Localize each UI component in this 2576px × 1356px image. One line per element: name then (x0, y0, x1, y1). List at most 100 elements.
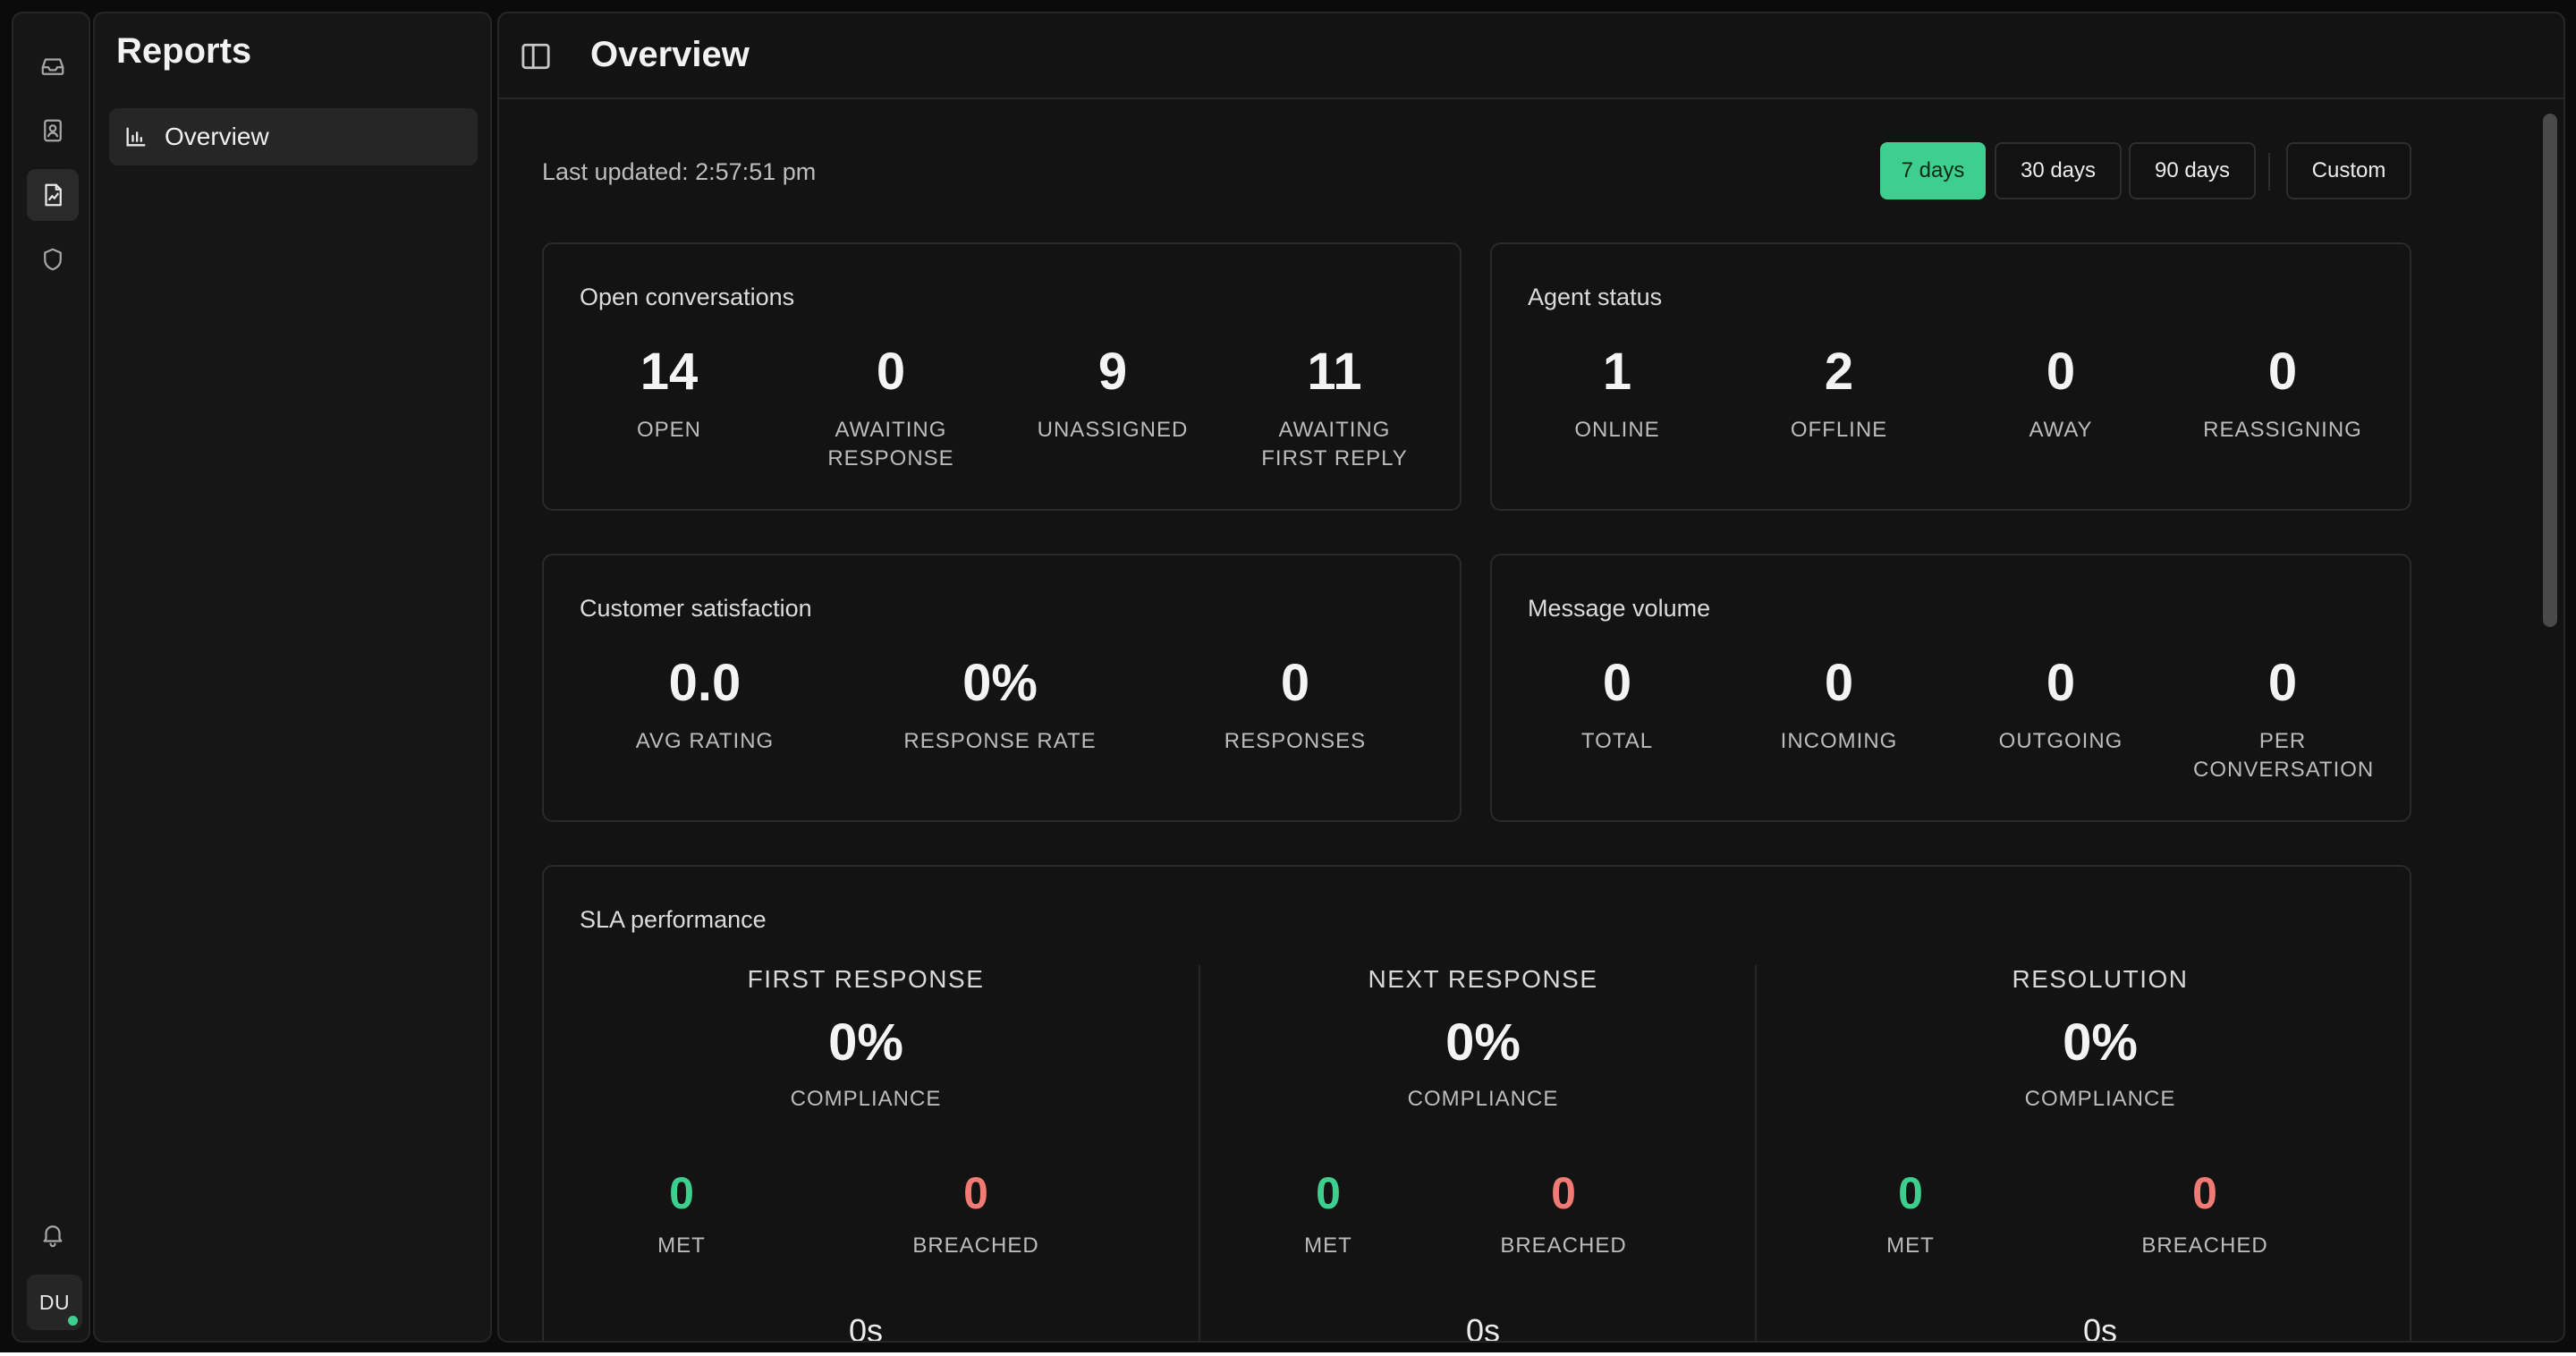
sla-breached-label: BREACHED (2141, 1233, 2268, 1258)
custom-range-button[interactable]: Custom (2286, 142, 2411, 199)
sidebar-item-overview[interactable]: Overview (109, 108, 478, 165)
bell-icon[interactable] (27, 1208, 79, 1260)
stat-awaiting-response: 0 AWAITING RESPONSE (801, 346, 980, 473)
bar-chart-icon (126, 127, 146, 147)
stat-label: AWAITING FIRST REPLY (1261, 418, 1408, 470)
card-title: Customer satisfaction (580, 595, 812, 622)
stat-label: UNASSIGNED (1037, 418, 1189, 442)
stat-open: 14 OPEN (580, 346, 758, 445)
last-updated-text: Last updated: 2:57:51 pm (542, 158, 817, 185)
sidebar-title: Reports (116, 31, 252, 71)
stat-value: 0 (2267, 343, 2298, 401)
sla-breached-value: 0 (1551, 1168, 1576, 1218)
sla-met: 0 MET (1794, 1171, 2027, 1259)
stat-label: PER CONVERSATION (2193, 729, 2375, 782)
main-scrollbar[interactable] (2540, 101, 2560, 1341)
scrollbar-thumb[interactable] (2543, 114, 2557, 627)
sla-divider (1755, 965, 1757, 1341)
sla-breached: 0 BREACHED (1447, 1171, 1680, 1259)
stat-label: OPEN (636, 418, 701, 442)
sla-breached: 0 BREACHED (2089, 1171, 2321, 1259)
stat-value: 2 (1824, 343, 1854, 401)
stat-online: 1 ONLINE (1528, 346, 1707, 445)
sla-breached-value: 0 (2192, 1168, 2217, 1218)
stat-value: 11 (1307, 343, 1362, 401)
sla-time-value: 0s (2082, 1312, 2118, 1343)
stat-label: OUTGOING (1998, 729, 2123, 753)
sla-compliance-value: 0% (2063, 1013, 2138, 1072)
sla-heading: FIRST RESPONSE (747, 965, 985, 993)
stat-value: 0 (876, 343, 906, 401)
stat-awaiting-first-reply: 11 AWAITING FIRST REPLY (1245, 346, 1424, 473)
stat-value: 0 (2046, 343, 2076, 401)
stat-value: 14 (640, 343, 699, 401)
stat-response-rate: 0% RESPONSE RATE (875, 657, 1125, 756)
sla-met-label: MET (1886, 1233, 1935, 1258)
sla-time-value: 0s (1465, 1312, 1501, 1343)
stat-label: AWAITING RESPONSE (827, 418, 954, 470)
sla-met-value: 0 (1316, 1168, 1341, 1218)
card-title: Agent status (1528, 284, 1663, 310)
range-90-days-button[interactable]: 90 days (2129, 142, 2256, 199)
sla-met: 0 MET (565, 1171, 798, 1259)
stat-value: 0 (1824, 654, 1854, 712)
user-avatar[interactable]: DU (27, 1275, 82, 1330)
stat-value: 1 (1602, 343, 1632, 401)
stat-label: OFFLINE (1790, 418, 1888, 442)
stat-total: 0 TOTAL (1528, 657, 1707, 756)
sla-compliance-value: 0% (828, 1013, 903, 1072)
sla-performance-card: SLA performance FIRST RESPONSE 0% COMPLI… (542, 865, 2411, 1343)
stat-value: 0.0 (668, 654, 741, 712)
stat-reassigning: 0 REASSIGNING (2193, 346, 2372, 445)
sidebar-toggle-icon[interactable] (521, 42, 551, 71)
sla-breached-label: BREACHED (912, 1233, 1039, 1258)
sla-breached-value: 0 (963, 1168, 988, 1218)
stat-per-conversation: 0 PER CONVERSATION (2193, 657, 2375, 784)
sla-heading: RESOLUTION (2012, 965, 2189, 993)
sla-heading: NEXT RESPONSE (1368, 965, 1598, 993)
stat-value: 0 (1602, 654, 1632, 712)
stat-value: 0 (2046, 654, 2076, 712)
sla-compliance-label: COMPLIANCE (2024, 1087, 2176, 1111)
page-title: Overview (590, 35, 750, 74)
agent-status-card: Agent status 1 ONLINE 2 OFFLINE 0 AWAY 0… (1490, 242, 2411, 511)
stat-label: INCOMING (1780, 729, 1898, 753)
stat-label: ONLINE (1574, 418, 1660, 442)
sla-first-response: FIRST RESPONSE 0% COMPLIANCE (580, 965, 1152, 1112)
stat-responses: 0 RESPONSES (1170, 657, 1420, 756)
sla-time-value: 0s (848, 1312, 884, 1343)
app-window: DU Reports Overview Overview Last update… (0, 0, 2576, 1352)
sla-met-label: MET (657, 1233, 706, 1258)
card-title: Open conversations (580, 284, 795, 310)
sla-breached: 0 BREACHED (860, 1171, 1092, 1259)
contacts-icon[interactable] (27, 105, 79, 157)
stat-label: TOTAL (1580, 729, 1654, 753)
open-conversations-card: Open conversations 14 OPEN 0 AWAITING RE… (542, 242, 1462, 511)
sla-resolution: RESOLUTION 0% COMPLIANCE (1814, 965, 2386, 1112)
stat-label: RESPONSE RATE (903, 729, 1097, 753)
avatar-initials: DU (38, 1290, 71, 1314)
stat-avg-rating: 0.0 AVG RATING (580, 657, 830, 756)
stat-label: RESPONSES (1224, 729, 1367, 753)
sidebar-item-label: Overview (165, 123, 269, 150)
inbox-icon[interactable] (27, 40, 79, 92)
range-7-days-button[interactable]: 7 days (1880, 142, 1986, 199)
sla-met-label: MET (1304, 1233, 1352, 1258)
reports-icon[interactable] (27, 169, 79, 221)
stat-value: 9 (1097, 343, 1128, 401)
customer-satisfaction-card: Customer satisfaction 0.0 AVG RATING 0% … (542, 554, 1462, 822)
card-title: SLA performance (580, 906, 767, 933)
stat-value: 0 (1280, 654, 1310, 712)
reports-sidebar: Reports Overview (93, 12, 492, 1343)
shield-icon[interactable] (27, 233, 79, 285)
stat-label: REASSIGNING (2203, 418, 2362, 442)
range-30-days-button[interactable]: 30 days (1995, 142, 2122, 199)
sla-met-value: 0 (669, 1168, 694, 1218)
stat-label: AVG RATING (635, 729, 775, 753)
card-title: Message volume (1528, 595, 1711, 622)
sla-compliance-label: COMPLIANCE (1407, 1087, 1559, 1111)
online-status-dot (65, 1313, 80, 1328)
sla-compliance-label: COMPLIANCE (790, 1087, 942, 1111)
stat-outgoing: 0 OUTGOING (1971, 657, 2150, 756)
stat-offline: 2 OFFLINE (1750, 346, 1928, 445)
